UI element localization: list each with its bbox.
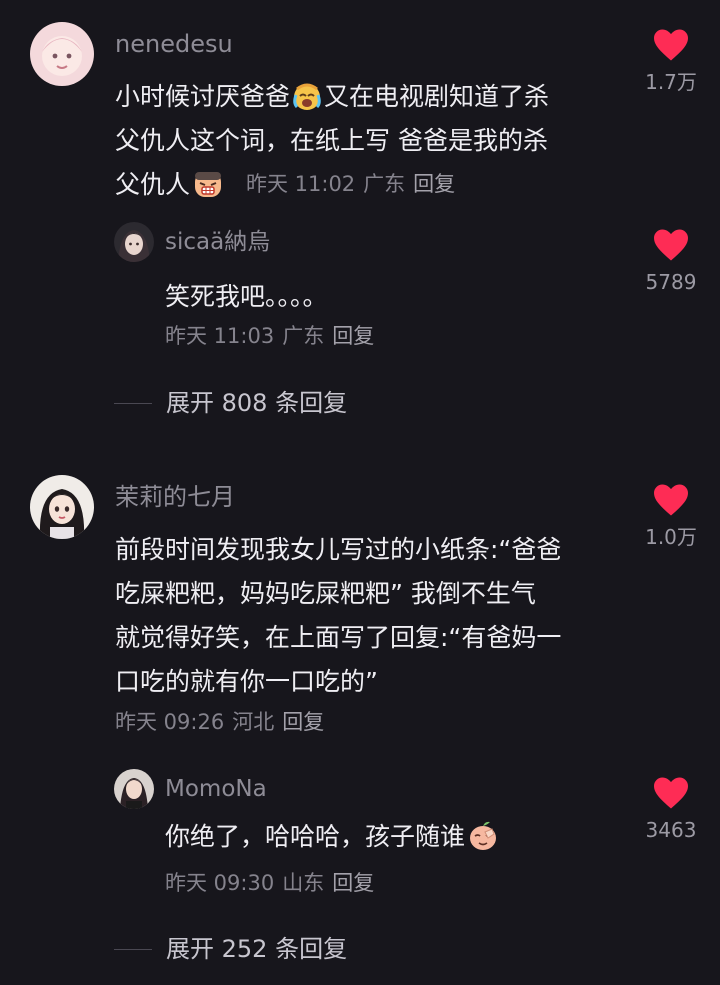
avatar-image [30,475,94,539]
comment-username[interactable]: nenedesu [115,32,233,56]
comment-location: 广东 [363,172,406,196]
reply-text: 笑死我吧。。。。 [165,282,328,311]
reply-meta: 昨天 11:03 广东 回复 [165,326,382,347]
like-button[interactable]: 5789 [631,228,711,292]
comment-meta: 昨天 09:26 河北 回复 [115,712,332,733]
comment-text-line: 父仇人这个词，在纸上写 爸爸是我的杀 [115,126,548,155]
comment-text: 前段时间发现我女儿写过的小纸条:“爸爸 吃屎粑粑，妈妈吃屎粑粑” 我倒不生气 就… [115,528,561,704]
like-button[interactable]: 1.7万 [631,28,711,92]
reply-text: 你绝了，哈哈哈，孩子随谁 [165,815,501,865]
reply-button[interactable]: 回复 [332,871,374,895]
face-palm-peach-emoji-icon [466,819,500,865]
comment-time: 昨天 11:02 [245,172,356,196]
reply-button[interactable]: 回复 [332,324,374,348]
reply-meta: 昨天 09:30 山东 回复 [165,873,382,894]
frustrated-face-emoji-icon [191,169,225,213]
avatar[interactable] [114,222,154,262]
reply-time: 昨天 09:30 [165,871,275,895]
comment-text-segment: 小时候讨厌爸爸 [115,82,291,111]
comment-text-line: 吃屎粑粑，妈妈吃屎粑粑” 我倒不生气 [115,579,536,608]
comment-time: 昨天 09:26 [115,710,225,734]
divider [114,948,152,950]
like-count: 5789 [645,270,697,294]
reply-time: 昨天 11:03 [165,324,275,348]
comment-text-line: 前段时间发现我女儿写过的小纸条:“爸爸 [115,535,562,564]
comment-meta: 昨天 11:02 广东 回复 [246,174,463,195]
reply-location: 山东 [282,871,325,895]
avatar-image [30,22,94,86]
like-count: 3463 [645,818,697,842]
heart-icon [654,484,688,516]
avatar-image [114,769,154,809]
avatar[interactable] [30,475,94,539]
comment-text-segment: 父仇人 [115,170,191,199]
divider [114,402,152,404]
reply-location: 广东 [282,324,325,348]
heart-icon [654,777,688,809]
like-button[interactable]: 1.0万 [631,483,711,547]
heart-icon [654,29,688,61]
like-count: 1.7万 [645,70,697,94]
comment-text-line: 就觉得好笑，在上面写了回复:“有爸妈一 [115,623,562,652]
heart-icon [654,229,688,261]
expand-replies-button[interactable]: 展开 252 条回复 [114,937,347,961]
comment-text-segment: 又在电视剧知道了杀 [324,82,550,111]
comment-username[interactable]: 茉莉的七月 [115,485,235,509]
expand-replies-label: 展开 808 条回复 [166,389,348,417]
reply-button[interactable]: 回复 [282,710,324,734]
reply-text-segment: 你绝了，哈哈哈，孩子随谁 [165,822,466,851]
like-button[interactable]: 3463 [631,776,711,840]
comment-text: 小时候讨厌爸爸 又在电视剧知道了杀 父仇人这个词，在纸上写 爸爸是我的杀 父仇人… [115,75,549,207]
like-count: 1.0万 [645,525,697,549]
reply-username[interactable]: sicaä納烏 [165,231,270,254]
avatar-image [114,222,154,262]
reply-username[interactable]: MomoNa [165,778,267,801]
avatar[interactable] [114,769,154,809]
comment-location: 河北 [232,710,275,734]
expand-replies-label: 展开 252 条回复 [166,935,348,963]
avatar[interactable] [30,22,94,86]
comment-text-line: 口吃的就有你一口吃的” [115,667,378,696]
reply-button[interactable]: 回复 [413,172,455,196]
expand-replies-button[interactable]: 展开 808 条回复 [114,391,347,415]
